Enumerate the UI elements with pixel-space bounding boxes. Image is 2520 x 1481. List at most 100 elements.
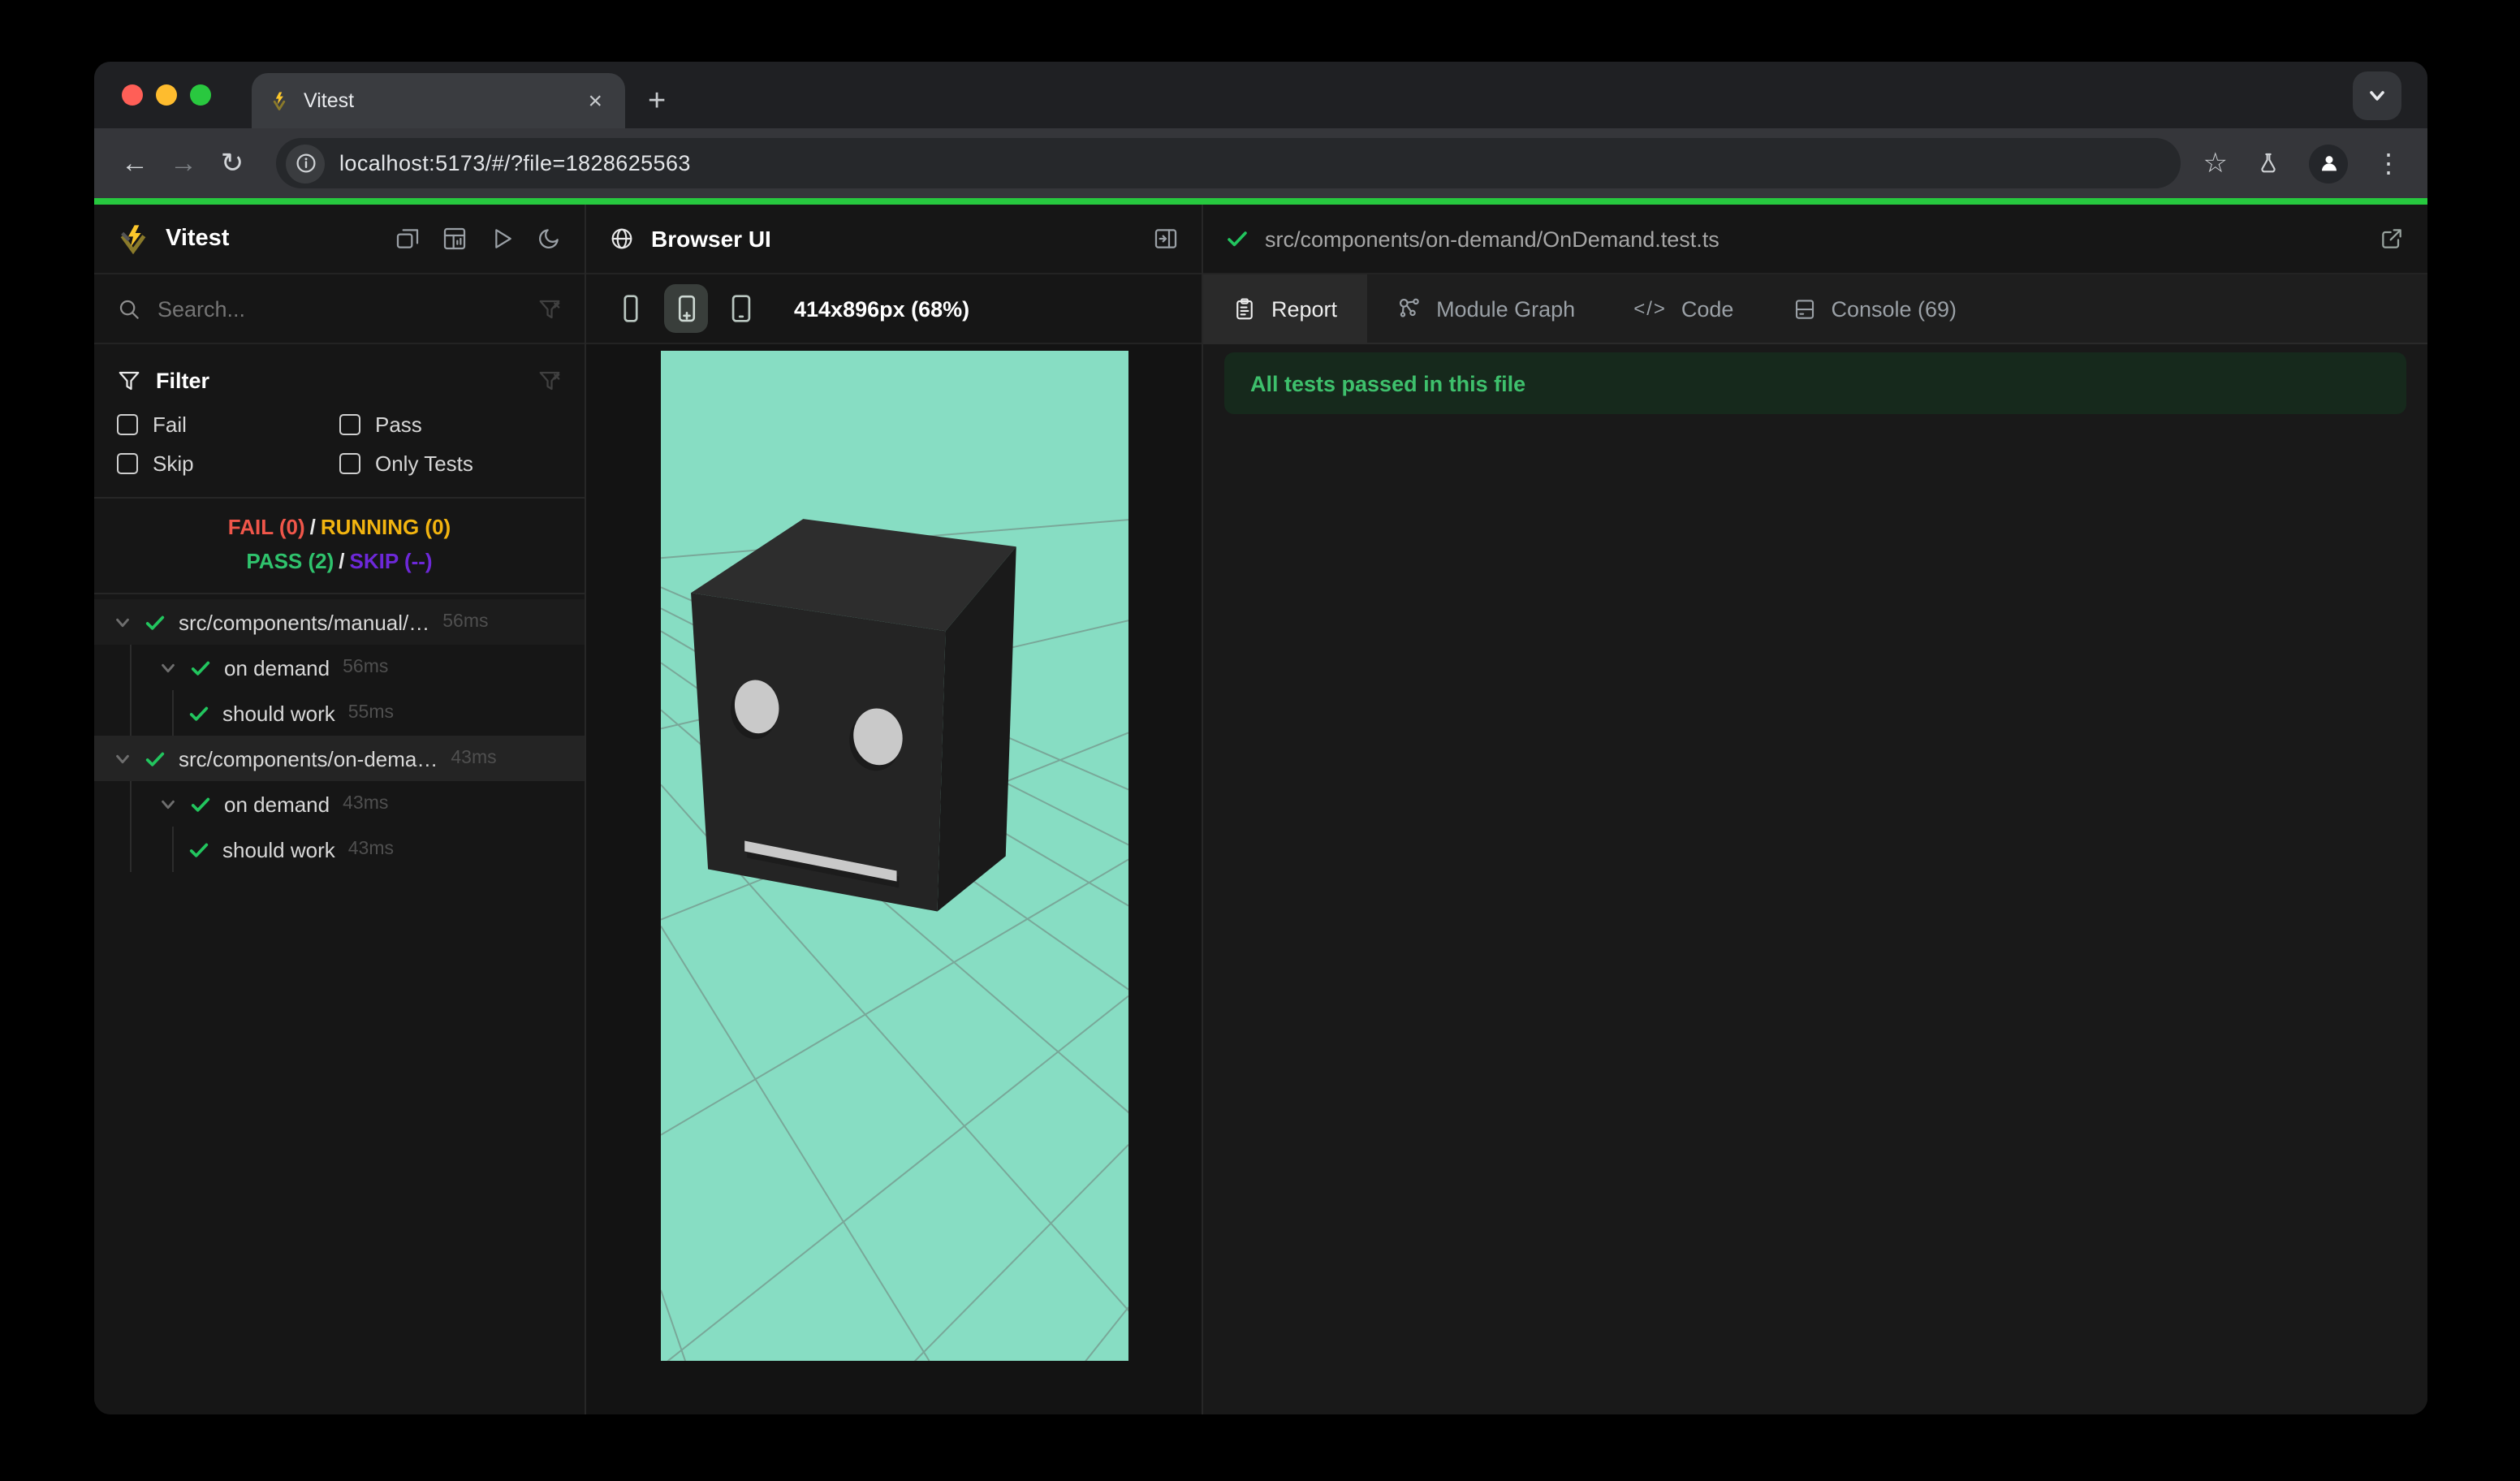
profile-avatar[interactable] [2309,144,2348,183]
zoom-window-button[interactable] [190,84,211,106]
device-toolbar: 414x896px (68%) [586,274,1202,344]
checkbox[interactable] [117,414,138,435]
dashboard-report-icon[interactable] [442,226,468,252]
test-suite-row[interactable]: on demand 43ms [94,781,585,827]
clipboard-icon [1236,297,1253,319]
tablet-icon [731,295,751,322]
summary-line-2: PASS (2) / SKIP (--) [246,549,433,573]
vitest-ui: Vitest Search... Filter Fail Pass Skip O… [94,205,2427,1414]
report-content: All tests passed in this file [1203,344,2427,1414]
test-suite-row[interactable]: on demand 56ms [94,645,585,690]
tab-console[interactable]: Console (69) [1763,274,1986,343]
skip-count: SKIP (--) [349,549,433,573]
filter-checkbox-skip[interactable]: Skip [117,451,339,476]
pass-check-icon [145,751,165,766]
globe-icon [611,228,632,249]
minimize-window-button[interactable] [156,84,177,106]
site-info-button[interactable] [286,144,325,183]
browser-preview-panel: Browser UI 414x896px (68%) [586,205,1203,1414]
viewport-size-label: 414x896px (68%) [794,296,970,321]
checkbox[interactable] [339,414,360,435]
test-file-row[interactable]: src/components/manual/… 56ms [94,599,585,645]
robot-cube [691,519,1016,912]
pass-check-icon [191,797,210,811]
vitest-logo-icon [120,225,146,255]
duration: 56ms [343,658,389,677]
device-tablet-button[interactable] [719,284,763,333]
filter-section: Filter Fail Pass Skip Only Tests [94,344,585,499]
pass-check-icon [1228,231,1247,247]
duration: 43ms [451,749,497,768]
window-controls [122,84,211,106]
preview-viewport-area [586,344,1202,1414]
checkbox[interactable] [339,453,360,474]
run-all-play-icon[interactable] [489,226,515,252]
experiments-flask-icon[interactable] [2255,150,2281,176]
browser-tab[interactable]: Vitest × [252,73,625,128]
module-graph-icon [1399,298,1418,317]
open-external-icon[interactable] [2379,226,2405,252]
address-bar[interactable]: localhost:5173/#/?file=1828625563 [276,138,2181,188]
test-case-row[interactable]: should work 55ms [94,690,585,736]
filter-options: Fail Pass Skip Only Tests [117,412,562,476]
tab-title: Vitest [304,89,355,112]
running-count: RUNNING (0) [320,515,451,539]
toolbar-actions: ☆ ⋮ [2203,144,2409,183]
search-row [94,274,585,344]
filter-checkbox-fail[interactable]: Fail [117,412,339,437]
funnel-icon [119,370,140,390]
forward-button[interactable]: → [162,147,205,179]
new-tab-button[interactable]: + [648,84,666,120]
checkbox[interactable] [117,453,138,474]
filter-title-row: Filter [117,361,562,399]
test-case-row[interactable]: should work 43ms [94,827,585,872]
clear-filter-icon[interactable] [537,368,562,392]
tab-report[interactable]: Report [1203,274,1367,343]
tab-strip: Vitest × + [94,62,2427,128]
result-file-path: src/components/on-demand/OnDemand.test.t… [1265,227,1720,251]
open-panel-right-icon[interactable] [1153,226,1179,252]
device-phone-small-button[interactable] [609,284,653,333]
tab-close-icon[interactable]: × [581,87,609,114]
url-text: localhost:5173/#/?file=1828625563 [339,151,691,175]
test-file-row-selected[interactable]: src/components/on-dema… 43ms [94,736,585,781]
tab-module-graph[interactable]: Module Graph [1366,274,1604,343]
dark-mode-moon-icon[interactable] [536,226,562,252]
collapse-panels-icon[interactable] [395,226,421,252]
sidebar: Vitest Search... Filter Fail Pass Skip O… [94,205,586,1414]
app-name: Vitest [166,226,230,252]
chevron-down-icon[interactable] [159,795,177,813]
pass-check-icon [191,660,210,675]
duration: 55ms [347,703,394,723]
filter-checkbox-pass[interactable]: Pass [339,412,562,437]
tab-code[interactable]: </> Code [1604,274,1763,343]
chevron-down-icon[interactable] [114,613,132,631]
close-window-button[interactable] [122,84,143,106]
clear-filter-icon[interactable] [537,296,562,321]
pass-check-icon [145,615,165,629]
accent-progress-bar [94,198,2427,205]
results-panel: src/components/on-demand/OnDemand.test.t… [1203,205,2427,1414]
browser-menu-button[interactable]: ⋮ [2375,147,2401,179]
rendered-scene [661,351,1128,1361]
vitest-favicon-icon [273,92,286,110]
chevron-down-icon[interactable] [159,658,177,676]
back-button[interactable]: ← [114,147,156,179]
summary-line-1: FAIL (0) / RUNNING (0) [227,515,451,539]
tab-search-button[interactable] [2353,71,2401,120]
preview-title: Browser UI [651,226,771,252]
device-iframe[interactable] [661,351,1128,1361]
results-tab-bar: Report Module Graph </> Code Console (69… [1203,274,2427,344]
filter-checkbox-only-tests[interactable]: Only Tests [339,451,562,476]
chevron-down-icon[interactable] [114,749,132,767]
info-icon [296,153,315,173]
results-header: src/components/on-demand/OnDemand.test.t… [1203,205,2427,274]
preview-header: Browser UI [586,205,1202,274]
all-passed-banner: All tests passed in this file [1224,352,2406,414]
sidebar-actions [395,226,562,252]
search-input[interactable] [158,296,537,321]
reload-button[interactable]: ↻ [211,147,253,179]
bookmark-star-icon[interactable]: ☆ [2203,147,2229,179]
browser-window: Vitest × + ← → ↻ localhost:5173/#/?file=… [94,62,2427,1414]
device-phone-plus-button[interactable] [664,284,708,333]
